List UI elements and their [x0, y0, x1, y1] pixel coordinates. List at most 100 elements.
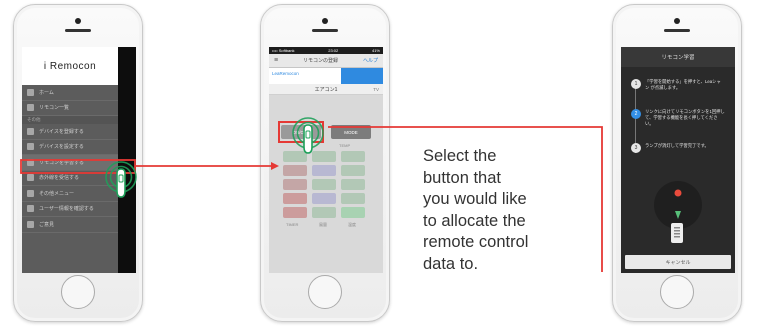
caption-line: you would like: [423, 190, 527, 208]
menu-section-label: その他: [22, 116, 118, 124]
settings-icon: [27, 143, 34, 151]
learning-illustration: [654, 181, 702, 243]
menu-item-label: 赤外線を受信する: [39, 175, 80, 182]
instruction-caption: Select the button that you would like to…: [423, 146, 583, 275]
step-number: 3: [631, 143, 641, 153]
preset-button[interactable]: [312, 151, 336, 162]
front-camera: [75, 18, 81, 24]
menu-item-learn-remote[interactable]: リモコンを学習する: [22, 155, 118, 171]
menu-item-register-device[interactable]: デバイスを登録する: [22, 124, 118, 140]
preset-button[interactable]: [312, 193, 336, 204]
app-logo: i Remocon: [22, 47, 118, 85]
preset-button[interactable]: [341, 207, 365, 218]
menu-item-user-info[interactable]: ユーザー情報を確認する: [22, 202, 118, 217]
device-row: エアコン1 TV: [269, 84, 383, 95]
hub-device-icon: [654, 181, 702, 229]
phone-frame-learning-dialog: リモコン学習 1 「学習を開始する」を押すと、Leaシャン が点滅します。 2 …: [612, 4, 742, 322]
footer-label: 風量: [319, 222, 327, 227]
dialog-title: リモコン学習: [621, 47, 735, 67]
home-button[interactable]: [61, 275, 95, 309]
footer-label: TIMER: [286, 222, 299, 227]
carrier-label: •••• Softbank: [272, 48, 295, 53]
tab-learemocon[interactable]: LeaRemocon: [269, 68, 341, 84]
phone-frame-menu: i Remocon ホーム リモコン一覧 その他 デバイスを登録する デバイスを…: [13, 4, 143, 322]
nav-bar: ≡ リモコンの登録 ヘルプ: [269, 54, 383, 68]
step-3: 3 ランプが消灯して学習完了です。: [631, 143, 725, 153]
preset-button[interactable]: [283, 193, 307, 204]
caption-line: Select the: [423, 147, 497, 165]
cancel-button[interactable]: キャンセル: [625, 255, 731, 269]
menu-item-remote-list[interactable]: リモコン一覧: [22, 101, 118, 116]
step-1: 1 「学習を開始する」を押すと、Leaシャン が点滅します。: [631, 79, 725, 91]
earpiece-speaker: [65, 29, 91, 32]
menu-item-label: デバイスを設定する: [39, 144, 84, 151]
preset-button[interactable]: [341, 179, 365, 190]
home-button[interactable]: [660, 275, 694, 309]
menu-item-other[interactable]: その他メニュー: [22, 186, 118, 202]
step-number: 1: [631, 79, 641, 89]
led-icon: [674, 189, 682, 197]
menu-item-label: デバイスを登録する: [39, 128, 84, 135]
house-icon: [27, 88, 34, 96]
search-icon: [27, 189, 34, 197]
phone-frame-button-select: •••• Softbank 23:02 41% ≡ リモコンの登録 ヘルプ Le…: [260, 4, 390, 322]
front-camera: [674, 18, 680, 24]
caption-line: remote control: [423, 233, 529, 251]
menu-item-label: その他メニュー: [39, 190, 75, 197]
menu-item-label: ホーム: [39, 89, 54, 96]
step-text: ランプが消灯して学習完了です。: [645, 143, 709, 148]
temp-label: TEMP: [339, 143, 351, 148]
menu-item-receive-ir[interactable]: 赤外線を受信する: [22, 171, 118, 186]
preset-button[interactable]: [312, 165, 336, 176]
nav-title: リモコンの登録: [303, 58, 339, 64]
learn-icon: [27, 158, 34, 166]
menu-item-device-settings[interactable]: デバイスを設定する: [22, 140, 118, 155]
earpiece-speaker: [312, 29, 338, 32]
menu-item-home[interactable]: ホーム: [22, 85, 118, 101]
register-icon: [27, 127, 34, 135]
preset-button[interactable]: [312, 207, 336, 218]
selected-button-highlight: [278, 121, 324, 143]
dimmed-main-view[interactable]: [118, 47, 136, 273]
preset-button[interactable]: [341, 193, 365, 204]
step-number: 2: [631, 109, 641, 119]
caption-line: data to.: [423, 254, 479, 273]
step-text: 「学習を開始する」を押すと、Leaシャン が点滅します。: [645, 79, 721, 90]
front-camera: [322, 18, 328, 24]
hamburger-icon[interactable]: ≡: [274, 57, 278, 64]
menu-item-label: ご意見: [39, 221, 55, 228]
side-menu-screen: i Remocon ホーム リモコン一覧 その他 デバイスを登録する デバイスを…: [22, 47, 136, 273]
preset-button[interactable]: [312, 179, 336, 190]
step-2: 2 リンクに向けてリモコンボタンを1回押して、学習する機能を長く押してください。: [631, 109, 725, 127]
preset-button[interactable]: [283, 151, 307, 162]
menu-item-feedback[interactable]: ご意見: [22, 217, 118, 233]
menu-item-label: ユーザー情報を確認する: [39, 206, 94, 213]
home-button[interactable]: [308, 275, 342, 309]
menu-item-label: リモコンを学習する: [39, 159, 85, 166]
menu-item-label: リモコン一覧: [39, 105, 70, 112]
preset-button[interactable]: [341, 151, 365, 162]
preset-button[interactable]: [283, 207, 307, 218]
footer-label: 温度: [348, 222, 356, 227]
remote-tabs: LeaRemocon: [269, 68, 383, 84]
remote-register-screen: •••• Softbank 23:02 41% ≡ リモコンの登録 ヘルプ Le…: [269, 47, 383, 273]
device-type: TV: [373, 86, 379, 92]
device-name: エアコン1: [314, 86, 338, 93]
mail-icon: [27, 220, 34, 228]
preset-button[interactable]: [341, 165, 365, 176]
earpiece-speaker: [664, 29, 690, 32]
side-menu: i Remocon ホーム リモコン一覧 その他 デバイスを登録する デバイスを…: [22, 47, 118, 273]
battery-label: 41%: [371, 48, 380, 53]
mode-button[interactable]: MODE: [331, 125, 371, 139]
learning-dialog-screen: リモコン学習 1 「学習を開始する」を押すと、Leaシャン が点滅します。 2 …: [621, 47, 735, 273]
help-link[interactable]: ヘルプ: [363, 57, 378, 64]
receive-icon: [27, 174, 34, 182]
preset-button[interactable]: [283, 179, 307, 190]
user-icon: [27, 205, 34, 213]
status-time: 23:02: [328, 48, 339, 53]
status-bar: •••• Softbank 23:02 41%: [269, 47, 383, 54]
caption-line: to allocate the: [423, 211, 526, 230]
caption-line: button that: [423, 168, 501, 187]
preset-button[interactable]: [283, 165, 307, 176]
step-text: リンクに向けてリモコンボタンを1回押して、学習する機能を長く押してください。: [645, 109, 725, 126]
